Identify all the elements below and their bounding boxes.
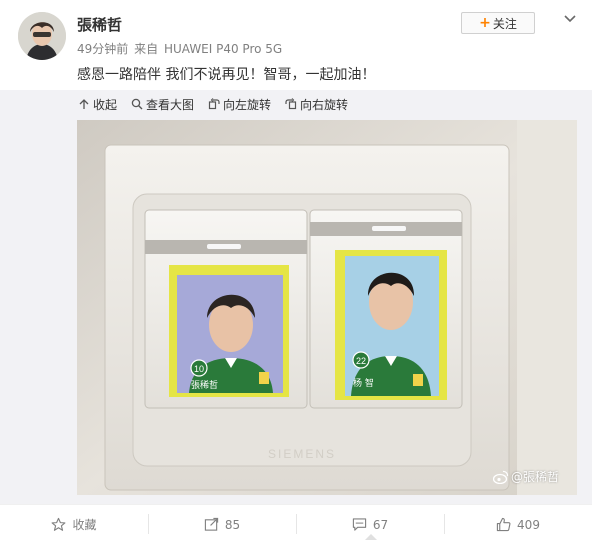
rotate-right-button[interactable]: 向右旋转 (285, 95, 348, 113)
comment-active-caret (365, 534, 377, 540)
favorite-button[interactable]: 收藏 (0, 505, 148, 544)
like-count: 409 (517, 517, 540, 532)
sticker-left-name: 張稀哲 (191, 379, 218, 391)
follow-label: 关注 (492, 16, 517, 31)
comment-count: 67 (372, 517, 389, 532)
switch-left: 10 張稀哲 (144, 209, 308, 409)
rotate-left-button[interactable]: 向左旋转 (208, 95, 271, 113)
watermark-text: @張稀哲 (510, 470, 559, 484)
sticker-left-number: 10 (194, 364, 204, 374)
comment-icon (352, 518, 367, 531)
repost-count: 85 (224, 517, 241, 532)
post-photo[interactable]: 10 張稀哲 22 杨 智 SIEMENS @張稀哲 (77, 120, 577, 495)
sticker-right-name: 杨 智 (353, 377, 374, 389)
view-large-label: 查看大图 (146, 97, 195, 112)
post-text: 感恩一路陪伴 我们不说再见！智哥，一起加油！ (77, 67, 376, 83)
weibo-logo-icon (492, 470, 509, 484)
avatar[interactable] (18, 12, 66, 60)
media-toolbar: 收起 查看大图 向左旋转 向右旋转 (78, 95, 348, 113)
watermark: @張稀哲 (492, 468, 559, 485)
post-device[interactable]: HUAWEI P40 Pro 5G (164, 42, 282, 56)
rotate-left-icon (208, 98, 220, 110)
collapse-label: 收起 (93, 97, 118, 112)
like-button[interactable]: 409 (444, 505, 592, 544)
view-large-button[interactable]: 查看大图 (131, 95, 194, 113)
switch-right: 22 杨 智 (309, 209, 463, 409)
collapse-button[interactable]: 收起 (78, 95, 117, 113)
post-time[interactable]: 49分钟前 (77, 42, 128, 56)
magnifier-icon (131, 98, 143, 110)
switch-brand-label: SIEMENS (268, 447, 336, 461)
rotate-right-icon (285, 98, 297, 110)
repost-button[interactable]: 85 (148, 505, 296, 544)
username[interactable]: 張稀哲 (77, 14, 122, 35)
source-prefix: 来自 (134, 42, 159, 56)
chevron-down-icon[interactable] (562, 10, 578, 26)
favorite-label: 收藏 (72, 518, 97, 532)
thumbs-up-icon (496, 517, 511, 532)
repost-icon (204, 517, 219, 531)
star-icon (52, 517, 66, 531)
collapse-icon (79, 99, 89, 109)
action-bar: 收藏 85 67 409 (0, 504, 592, 544)
rotate-left-label: 向左旋转 (223, 97, 272, 112)
post-meta: 49分钟前 来自 HUAWEI P40 Pro 5G (77, 40, 284, 57)
rotate-right-label: 向右旋转 (300, 97, 349, 112)
media-box: 收起 查看大图 向左旋转 向右旋转 10 張稀哲 22 杨 智 SIEMENS … (0, 90, 592, 504)
plus-icon: + (479, 15, 491, 31)
follow-button[interactable]: + 关注 (461, 12, 535, 34)
sticker-right-number: 22 (356, 356, 366, 366)
